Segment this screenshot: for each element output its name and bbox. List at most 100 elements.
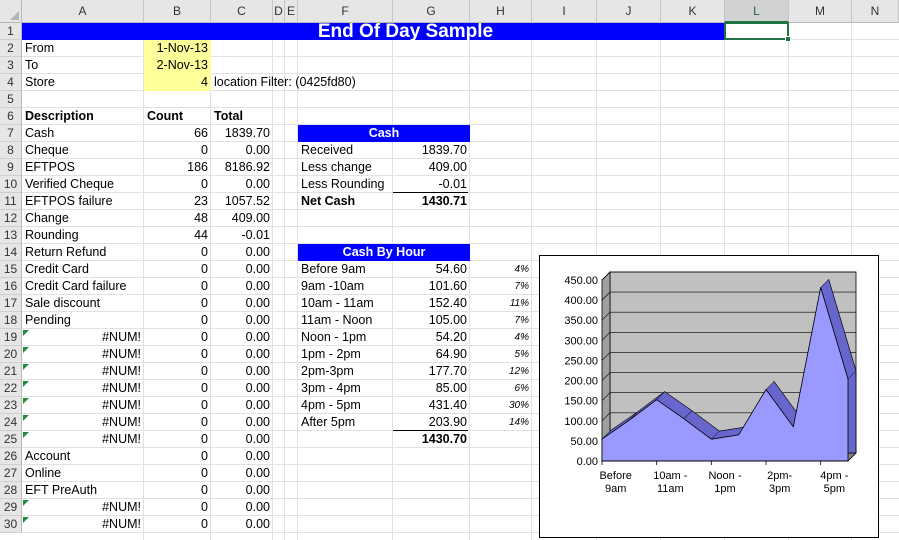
row-header-29[interactable]: 29: [0, 499, 22, 516]
description-cell: Change: [25, 211, 69, 225]
row-header-6[interactable]: 6: [0, 108, 22, 125]
cash-by-hour-chart[interactable]: 0.00 50.00 100.00 150.00 200.00 250.00 300.00 3…: [539, 255, 879, 538]
row-header-5[interactable]: 5: [0, 91, 22, 108]
hour-value: 54.20: [435, 330, 467, 344]
row-header-22[interactable]: 22: [0, 380, 22, 397]
total-cell: 0.00: [245, 517, 270, 531]
column-header-g[interactable]: G: [393, 0, 470, 23]
y-tick-label: 150.00: [564, 396, 598, 408]
cash-value: 1839.70: [421, 143, 467, 157]
row-header-10[interactable]: 10: [0, 176, 22, 193]
total-cell: 0.00: [245, 415, 270, 429]
count-cell: 0: [201, 398, 208, 412]
description-cell: Cash: [25, 126, 55, 140]
row-header-8[interactable]: 8: [0, 142, 22, 159]
count-cell: 0: [201, 313, 208, 327]
count-cell: 44: [194, 228, 208, 242]
hour-label: 10am - 11am: [301, 296, 374, 310]
row-header-14[interactable]: 14: [0, 244, 22, 261]
column-header-k[interactable]: K: [661, 0, 725, 23]
description-cell: #NUM!: [102, 398, 141, 412]
count-cell: 0: [201, 500, 208, 514]
total-cell: 0.00: [245, 313, 270, 327]
y-tick-label: 250.00: [564, 355, 598, 367]
total-cell: 409.00: [231, 211, 270, 225]
total-cell: 1839.70: [224, 126, 270, 140]
row-header-7[interactable]: 7: [0, 125, 22, 142]
hour-value: 85.00: [435, 381, 467, 395]
row-header-16[interactable]: 16: [0, 278, 22, 295]
y-tick-label: 450.00: [564, 275, 598, 287]
column-header-m[interactable]: M: [789, 0, 852, 23]
x-tick-label: 2pm-: [767, 470, 792, 482]
row-header-19[interactable]: 19: [0, 329, 22, 346]
description-cell: Sale discount: [25, 296, 101, 310]
hour-percent: 14%: [508, 417, 529, 428]
count-cell: 0: [201, 245, 208, 259]
column-header-h[interactable]: H: [470, 0, 532, 23]
total-cell: 0.00: [245, 262, 270, 276]
column-header-c[interactable]: C: [211, 0, 273, 23]
x-tick-label: 5pm: [824, 483, 845, 495]
row-header-30[interactable]: 30: [0, 516, 22, 533]
column-header-l[interactable]: L: [725, 0, 789, 23]
row-header-11[interactable]: 11: [0, 193, 22, 210]
row-header-18[interactable]: 18: [0, 312, 22, 329]
description-cell: EFTPOS: [25, 160, 76, 174]
count-cell: 66: [194, 126, 208, 140]
hour-value: 101.60: [428, 279, 467, 293]
error-indicator[interactable]: [23, 364, 29, 370]
column-header-j[interactable]: J: [597, 0, 661, 23]
row-header-28[interactable]: 28: [0, 482, 22, 499]
row-header-27[interactable]: 27: [0, 465, 22, 482]
selected-cell-l1[interactable]: [724, 22, 789, 40]
hour-percent: 6%: [514, 383, 529, 394]
y-tick-label: 350.00: [564, 315, 598, 327]
row-header-21[interactable]: 21: [0, 363, 22, 380]
error-indicator[interactable]: [23, 517, 29, 523]
hour-label: After 5pm: [301, 415, 356, 429]
column-header-e[interactable]: E: [285, 0, 298, 23]
row-header-25[interactable]: 25: [0, 431, 22, 448]
count-cell: 186: [187, 160, 208, 174]
row-header-24[interactable]: 24: [0, 414, 22, 431]
error-indicator[interactable]: [23, 330, 29, 336]
cash-label: Less Rounding: [301, 177, 385, 191]
column-header-n[interactable]: N: [852, 0, 899, 23]
fill-handle[interactable]: [785, 36, 791, 42]
description-cell: Credit Card failure: [25, 279, 127, 293]
error-indicator[interactable]: [23, 432, 29, 438]
column-header-b[interactable]: B: [144, 0, 211, 23]
select-all-corner[interactable]: [0, 0, 22, 23]
row-header-2[interactable]: 2: [0, 40, 22, 57]
row-header-3[interactable]: 3: [0, 57, 22, 74]
column-header-a[interactable]: A: [22, 0, 144, 23]
x-tick-label: 9am: [605, 483, 626, 495]
row-header-20[interactable]: 20: [0, 346, 22, 363]
row-header-15[interactable]: 15: [0, 261, 22, 278]
row-header-23[interactable]: 23: [0, 397, 22, 414]
row-header-17[interactable]: 17: [0, 295, 22, 312]
error-indicator[interactable]: [23, 415, 29, 421]
gridline-v: [284, 23, 285, 540]
hour-label: Before 9am: [301, 262, 366, 276]
description-cell: #NUM!: [102, 347, 141, 361]
x-tick-label: Before: [599, 470, 631, 482]
error-indicator[interactable]: [23, 500, 29, 506]
row-header-12[interactable]: 12: [0, 210, 22, 227]
x-tick-label: 3pm: [769, 483, 790, 495]
column-header-i[interactable]: I: [532, 0, 597, 23]
column-header-f[interactable]: F: [298, 0, 393, 23]
y-tick-label: 400.00: [564, 295, 598, 307]
count-cell: 0: [201, 381, 208, 395]
row-header-4[interactable]: 4: [0, 74, 22, 91]
error-indicator[interactable]: [23, 347, 29, 353]
count-cell: 0: [201, 364, 208, 378]
column-header-d[interactable]: D: [273, 0, 285, 23]
row-header-13[interactable]: 13: [0, 227, 22, 244]
row-header-26[interactable]: 26: [0, 448, 22, 465]
error-indicator[interactable]: [23, 398, 29, 404]
error-indicator[interactable]: [23, 381, 29, 387]
row-header-9[interactable]: 9: [0, 159, 22, 176]
row-header-1[interactable]: 1: [0, 23, 22, 40]
